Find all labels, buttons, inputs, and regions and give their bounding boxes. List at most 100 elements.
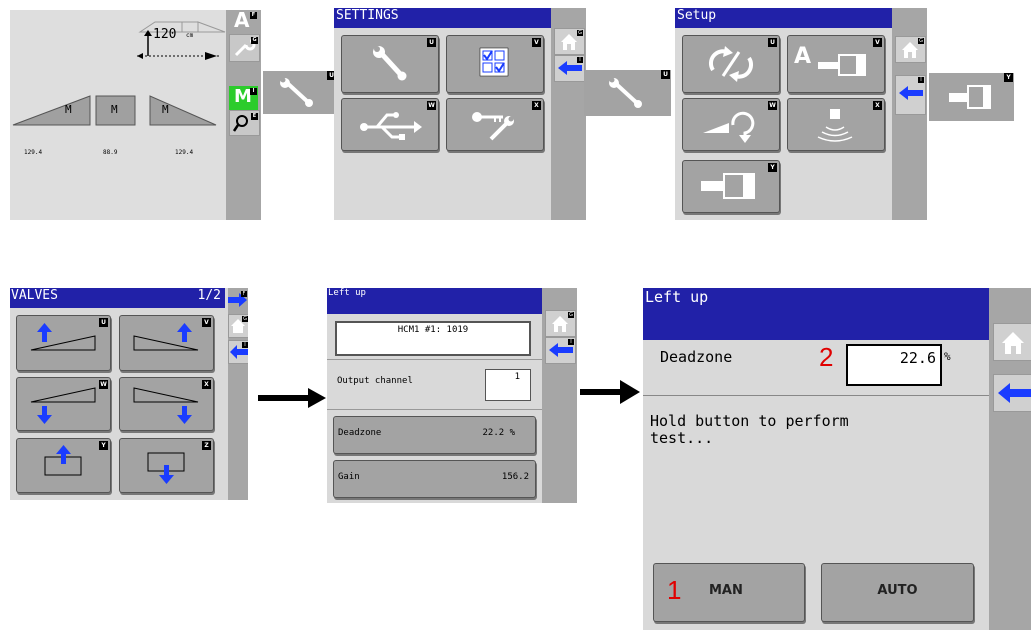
connector-cylinder-tile: Y [929,73,1014,121]
page-title: SETTINGS [336,8,399,23]
page-title: VALVES [11,288,58,303]
usb-icon [360,112,422,140]
page-title: Left up [328,288,366,298]
page-indicator: 1/2 [197,288,221,303]
checklist-icon [479,47,509,77]
setup-header: Setup [675,8,892,28]
wrench-icon [280,77,313,107]
section-right-label: M [162,103,169,116]
tile-checklist[interactable]: V [446,35,544,93]
settings-header: SETTINGS [334,8,551,28]
home-button[interactable]: G [228,314,248,338]
deadzone-input[interactable]: 22.6 [846,344,942,386]
screen-left-up-details: Left up HCM1 #1: 1019 Output channel 1 D… [327,288,577,503]
connector-wrench-tile: U [584,70,671,116]
section-center-label: M [111,103,118,116]
page-title: Setup [677,8,717,23]
screen-settings: SETTINGS U V W X G I [334,8,586,220]
left-down-icon [30,387,96,424]
screen-setup: Setup U A V W X Y G I [675,8,927,220]
settings-wrench-button[interactable]: G [229,34,260,62]
side-toolbar [989,288,1031,630]
back-button[interactable]: I [545,337,576,364]
key-wrench-icon [472,112,514,141]
wrench-icon [609,77,642,108]
tile-service[interactable]: X [446,98,544,151]
screen-valves: VALVES 1/2 U V W X Y Z F G I [10,288,248,500]
deadzone-row-button[interactable]: Deadzone 22.2 % [333,416,536,454]
home-button[interactable] [993,323,1031,361]
tile-system-settings[interactable]: U [341,35,439,93]
right-down-icon [133,387,199,424]
screen-boom-overview: 120 cm M M M 129.4 88.9 129.4 A F G M I … [10,10,261,220]
side-toolbar: A F G M I E [226,10,261,220]
distance-unit: cm [186,32,194,39]
flow-arrow [580,380,640,404]
right-up-icon [133,323,199,351]
tile-calibration[interactable]: U [682,35,780,93]
section-left-label: M [65,103,72,116]
output-channel-field[interactable]: 1 [485,369,531,401]
auto-test-button[interactable]: AUTO [821,563,974,622]
device-field: HCM1 #1: 1019 [335,321,531,356]
tile-sensor[interactable]: X [787,98,885,151]
center-down-icon [147,452,185,484]
auto-mode-button[interactable]: A F [229,10,258,34]
deadzone-label: Deadzone [660,348,733,366]
back-button[interactable]: I [228,340,248,364]
valve-center-up[interactable]: Y [16,438,111,493]
flow-arrow [258,388,326,408]
tile-tilt[interactable]: W [682,98,780,151]
home-button[interactable]: G [554,28,585,55]
side-toolbar: F G I [228,288,248,500]
tile-usb[interactable]: W [341,98,439,151]
search-button[interactable]: E [229,110,260,136]
valve-left-down[interactable]: W [16,377,111,431]
output-channel-label: Output channel [337,376,413,386]
annotation-marker-2: 2 [819,342,834,372]
section-center-value: 88.9 [103,149,118,156]
home-button[interactable]: G [895,36,926,63]
device-id: HCM1 #1: 1019 [397,325,469,335]
side-toolbar: G I [551,8,586,220]
cylinder-icon [949,85,991,109]
next-page-button[interactable]: F [228,290,248,310]
valve-right-up[interactable]: V [119,315,214,371]
back-button[interactable]: I [554,55,585,82]
test-header: Left up [643,288,989,340]
valve-left-up[interactable]: U [16,315,111,371]
connector-wrench-tile: U [263,71,336,114]
wrench-icon [373,46,407,81]
section-left-value: 129.4 [24,149,43,156]
man-test-button[interactable]: 1 MAN [653,563,805,622]
cylinder-icon [701,173,755,199]
boom-diagram [12,21,226,130]
side-toolbar: G I [892,8,927,220]
page-title: Left up [645,288,709,306]
center-up-icon [44,445,82,476]
details-header: Left up [327,288,542,314]
deadzone-unit: % [944,350,951,363]
distance-value: 120 [153,27,177,42]
sensor-icon [817,109,853,142]
left-up-icon [30,323,96,351]
back-button[interactable]: I [895,75,926,115]
annotation-marker-1: 1 [667,575,682,605]
gain-row-button[interactable]: Gain 156.2 [333,460,536,498]
back-arrow-icon [998,383,1031,403]
side-toolbar: G I [542,288,577,503]
home-icon [1002,332,1024,354]
manual-mode-button[interactable]: M I [229,86,258,110]
section-right-value: 129.4 [175,149,194,156]
home-button[interactable]: G [545,310,576,337]
screen-left-up-test: Left up Deadzone 2 22.6 % Hold button to… [643,288,1031,630]
instruction-message: Hold button to perform test... [650,412,849,447]
valve-center-down[interactable]: Z [119,438,214,493]
valves-header: VALVES 1/2 [10,288,225,308]
sync-icon [709,46,753,82]
tile-cylinder[interactable]: Y [682,160,780,213]
valve-right-down[interactable]: X [119,377,214,431]
tilt-icon [703,111,755,143]
back-button[interactable] [993,374,1031,412]
tile-boom-height[interactable]: A V [787,35,885,93]
